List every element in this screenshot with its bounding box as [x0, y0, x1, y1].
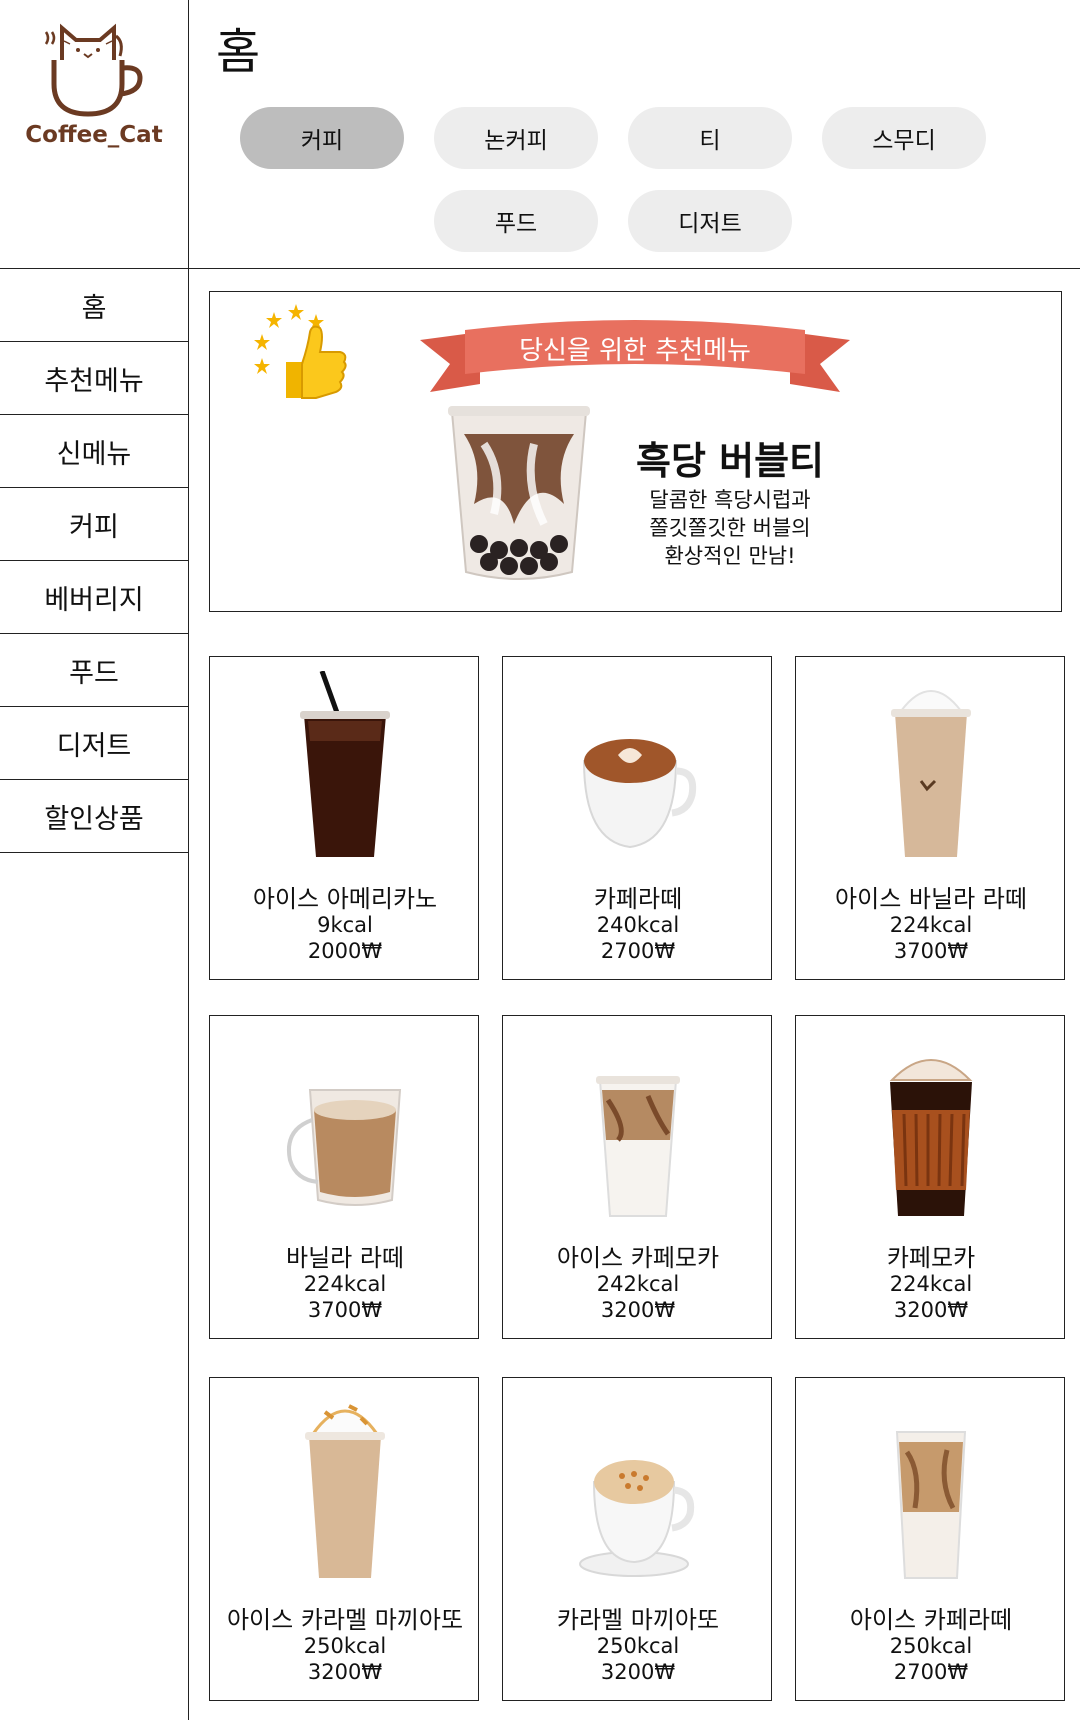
product-kcal: 250kcal	[596, 1634, 680, 1658]
product-name: 바닐라 라떼	[285, 1244, 405, 1272]
product-kcal: 250kcal	[889, 1634, 973, 1658]
sidebar-item-food[interactable]: 푸드	[0, 634, 188, 707]
product-price: 2700₩	[600, 939, 676, 963]
ribbon-text: 당신을 위한 추천메뉴	[519, 336, 751, 366]
product-price: 2700₩	[893, 1660, 969, 1684]
product-name: 아이스 카페라떼	[849, 1606, 1013, 1634]
product-image	[503, 671, 773, 861]
tab-coffee[interactable]: 커피	[240, 107, 404, 169]
vanilla-latte-image	[287, 1089, 402, 1206]
product-name: 아이스 바닐라 라떼	[835, 885, 1027, 913]
product-name: 카페라떼	[593, 885, 683, 913]
product-card[interactable]: 카라멜 마끼아또 250kcal 3200₩	[502, 1377, 772, 1701]
product-price: 3200₩	[600, 1660, 676, 1684]
page-title: 홈	[216, 24, 261, 80]
tab-tea[interactable]: 티	[628, 107, 792, 169]
product-kcal: 224kcal	[303, 1272, 387, 1296]
product-name: 카라멜 마끼아또	[556, 1606, 720, 1634]
product-price: 3700₩	[893, 939, 969, 963]
product-name: 아이스 카라멜 마끼아또	[226, 1606, 464, 1634]
product-card[interactable]: 아이스 카라멜 마끼아또 250kcal 3200₩	[209, 1377, 479, 1701]
product-card[interactable]: 아이스 카페라떼 250kcal 2700₩	[795, 1377, 1065, 1701]
product-card[interactable]: 아이스 카페모카 242kcal 3200₩	[502, 1015, 772, 1339]
banner-description-line: 달콤한 흑당시럽과	[649, 488, 811, 512]
product-image	[796, 671, 1066, 861]
product-name: 카페모카	[886, 1244, 976, 1272]
iced-cafe-latte-image	[895, 1431, 967, 1579]
product-kcal: 240kcal	[596, 913, 680, 937]
product-kcal: 9kcal	[317, 913, 373, 937]
product-kcal: 250kcal	[303, 1634, 387, 1658]
ribbon: 당신을 위한 추천메뉴	[420, 312, 850, 402]
product-card[interactable]: 카페라떼 240kcal 2700₩	[502, 656, 772, 980]
banner-description-line: 쫄깃쫄깃한 버블의	[649, 516, 811, 540]
sidebar-item-coffee[interactable]: 커피	[0, 488, 188, 561]
product-image	[796, 1030, 1066, 1220]
product-image	[210, 1392, 480, 1582]
tab-non-coffee[interactable]: 논커피	[434, 107, 598, 169]
product-name: 아이스 카페모카	[556, 1244, 720, 1272]
sidebar-nav: 홈 추천메뉴 신메뉴 커피 베버리지 푸드 디저트 할인상품	[0, 269, 188, 853]
recommendation-banner[interactable]: 당신을 위한 추천메뉴 흑당 버블티 달콤한 흑당시럽과 쫄깃쫄깃한 버블의 환…	[209, 291, 1062, 612]
tab-dessert[interactable]: 디저트	[628, 190, 792, 252]
product-kcal: 242kcal	[596, 1272, 680, 1296]
iced-caramel-macchiato-image	[305, 1404, 385, 1578]
product-card[interactable]: 아이스 아메리카노 9kcal 2000₩	[209, 656, 479, 980]
cafe-latte-image	[582, 739, 697, 849]
product-price: 2000₩	[307, 939, 383, 963]
sidebar-item-beverage[interactable]: 베버리지	[0, 561, 188, 634]
sidebar-item-recommended[interactable]: 추천메뉴	[0, 342, 188, 415]
product-card[interactable]: 카페모카 224kcal 3200₩	[795, 1015, 1065, 1339]
sidebar-item-discount[interactable]: 할인상품	[0, 780, 188, 853]
tab-smoothie[interactable]: 스무디	[822, 107, 986, 169]
header-divider	[0, 268, 1080, 269]
product-image	[503, 1030, 773, 1220]
thumbs-up-stars-icon	[254, 304, 347, 399]
banner-description-line: 환상적인 만남!	[664, 544, 796, 568]
tab-food[interactable]: 푸드	[434, 190, 598, 252]
sidebar-item-home[interactable]: 홈	[0, 269, 188, 342]
banner-product-name: 흑당 버블티	[635, 439, 825, 483]
product-kcal: 224kcal	[889, 1272, 973, 1296]
product-price: 3700₩	[307, 1298, 383, 1322]
product-price: 3200₩	[307, 1660, 383, 1684]
bubble-tea-image	[448, 406, 590, 580]
product-price: 3200₩	[600, 1298, 676, 1322]
product-image	[210, 1030, 480, 1220]
iced-cafe-mocha-image	[596, 1076, 680, 1217]
cafe-mocha-image	[889, 1059, 973, 1216]
cat-cup-logo-icon	[44, 23, 143, 117]
iced-vanilla-latte-image	[891, 690, 971, 857]
product-card[interactable]: 바닐라 라떼 224kcal 3700₩	[209, 1015, 479, 1339]
product-image	[210, 671, 480, 861]
product-card[interactable]: 아이스 바닐라 라떼 224kcal 3700₩	[795, 656, 1065, 980]
iced-americano-image	[300, 671, 390, 857]
caramel-macchiato-image	[579, 1460, 695, 1577]
sidebar-item-dessert[interactable]: 디저트	[0, 707, 188, 780]
brand-name: Coffee_Cat	[25, 122, 163, 148]
product-image	[503, 1392, 773, 1582]
product-kcal: 224kcal	[889, 913, 973, 937]
product-price: 3200₩	[893, 1298, 969, 1322]
banner-description: 달콤한 흑당시럽과 쫄깃쫄깃한 버블의 환상적인 만남!	[620, 486, 840, 570]
logo[interactable]: Coffee_Cat	[0, 0, 188, 268]
sidebar-item-new-menu[interactable]: 신메뉴	[0, 415, 188, 488]
product-image	[796, 1392, 1066, 1582]
product-name: 아이스 아메리카노	[252, 885, 438, 913]
left-column: Coffee_Cat 홈 추천메뉴 신메뉴 커피 베버리지 푸드 디저트 할인상…	[0, 0, 189, 1720]
